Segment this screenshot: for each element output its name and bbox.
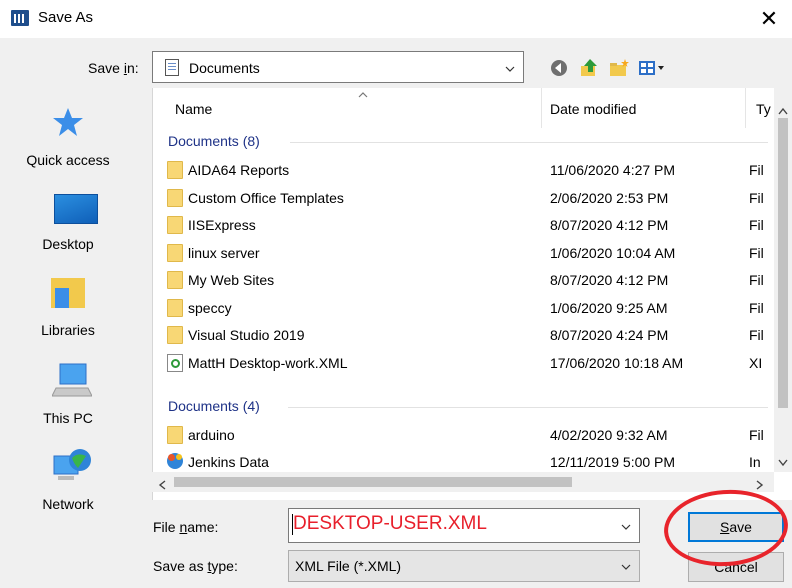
place-network[interactable]: Network bbox=[0, 444, 148, 524]
file-name-input[interactable]: DESKTOP-USER.XML bbox=[288, 508, 640, 543]
window-title: Save As bbox=[38, 9, 94, 26]
chevron-down-icon bbox=[621, 562, 631, 572]
place-label: Desktop bbox=[42, 236, 94, 252]
folder-icon bbox=[167, 271, 183, 289]
column-header-type[interactable]: Ty bbox=[756, 88, 776, 128]
scroll-right-icon[interactable] bbox=[756, 477, 764, 493]
back-icon[interactable] bbox=[547, 57, 571, 79]
place-label: Network bbox=[42, 496, 94, 512]
file-type-dropdown[interactable]: XML File (*.XML) bbox=[288, 550, 640, 582]
file-type-value: XML File (*.XML) bbox=[295, 558, 402, 574]
vertical-scroll-thumb[interactable] bbox=[778, 118, 788, 408]
network-icon bbox=[53, 449, 91, 480]
up-folder-icon[interactable] bbox=[577, 57, 601, 79]
folder-icon bbox=[167, 244, 183, 262]
list-item[interactable]: AIDA64 Reports 11/06/2020 4:27 PM Fil bbox=[163, 157, 775, 184]
folder-icon bbox=[167, 299, 183, 317]
file-list[interactable]: Name Date modified Ty Documents (8) AIDA… bbox=[152, 88, 792, 500]
desktop-icon bbox=[54, 194, 98, 224]
close-button[interactable]: ✕ bbox=[746, 0, 792, 38]
list-item[interactable]: speccy 1/06/2020 9:25 AM Fil bbox=[163, 295, 775, 322]
list-item[interactable]: MattH Desktop-work.XML 17/06/2020 10:18 … bbox=[163, 350, 775, 377]
view-menu-icon[interactable] bbox=[637, 57, 667, 79]
column-separator[interactable] bbox=[745, 88, 746, 128]
save-in-label: Save in: bbox=[88, 60, 139, 76]
group-header[interactable]: Documents (8) bbox=[168, 133, 260, 149]
cancel-button[interactable]: Cancel bbox=[688, 552, 784, 582]
place-this-pc[interactable]: This PC bbox=[0, 358, 148, 438]
title-bar: Save As ✕ bbox=[0, 0, 792, 38]
list-item[interactable]: My Web Sites 8/07/2020 4:12 PM Fil bbox=[163, 267, 775, 294]
horizontal-scroll-thumb[interactable] bbox=[174, 477, 572, 487]
place-quick-access[interactable]: Quick access bbox=[0, 102, 148, 182]
chevron-down-icon bbox=[505, 64, 515, 74]
app-icon bbox=[11, 10, 29, 26]
file-name-value: DESKTOP-USER.XML bbox=[293, 513, 487, 534]
libraries-icon bbox=[51, 278, 85, 308]
sort-ascending-icon bbox=[358, 86, 368, 102]
list-item[interactable]: linux server 1/06/2020 10:04 AM Fil bbox=[163, 240, 775, 267]
list-item[interactable]: Custom Office Templates 2/06/2020 2:53 P… bbox=[163, 185, 775, 212]
list-item[interactable]: IISExpress 8/07/2020 4:12 PM Fil bbox=[163, 212, 775, 239]
column-header-name[interactable]: Name bbox=[175, 88, 545, 128]
group-divider bbox=[288, 407, 768, 408]
vertical-scrollbar[interactable] bbox=[774, 88, 792, 472]
place-desktop[interactable]: Desktop bbox=[0, 188, 148, 268]
horizontal-scrollbar[interactable] bbox=[152, 472, 774, 492]
new-folder-icon[interactable] bbox=[607, 57, 631, 79]
scroll-up-icon[interactable] bbox=[778, 102, 788, 118]
place-libraries[interactable]: Libraries bbox=[0, 274, 148, 354]
star-icon bbox=[53, 108, 83, 136]
chevron-down-icon[interactable] bbox=[621, 522, 631, 532]
scroll-left-icon[interactable] bbox=[158, 477, 166, 493]
list-item[interactable]: Visual Studio 2019 8/07/2020 4:24 PM Fil bbox=[163, 322, 775, 349]
place-label: This PC bbox=[43, 410, 93, 426]
documents-folder-icon bbox=[165, 59, 179, 76]
file-type-label: Save as type: bbox=[153, 558, 238, 574]
list-item[interactable]: arduino 4/02/2020 9:32 AM Fil bbox=[163, 422, 775, 449]
column-header-date[interactable]: Date modified bbox=[550, 88, 745, 128]
group-divider bbox=[290, 142, 768, 143]
place-label: Quick access bbox=[26, 152, 110, 168]
column-separator[interactable] bbox=[541, 88, 542, 128]
folder-icon bbox=[167, 161, 183, 179]
scroll-down-icon[interactable] bbox=[778, 454, 788, 470]
save-button[interactable]: Save bbox=[688, 512, 784, 542]
save-in-value: Documents bbox=[189, 60, 260, 76]
folder-icon bbox=[167, 326, 183, 344]
navigation-toolbar bbox=[547, 57, 667, 79]
group-header[interactable]: Documents (4) bbox=[168, 398, 260, 414]
folder-icon bbox=[167, 216, 183, 234]
computer-icon bbox=[52, 363, 92, 397]
folder-icon bbox=[167, 189, 183, 207]
place-label: Libraries bbox=[41, 322, 95, 338]
shortcut-icon bbox=[167, 453, 183, 469]
file-name-label: File name: bbox=[153, 519, 219, 535]
xml-file-icon bbox=[167, 354, 183, 372]
places-bar: Quick access Desktop Libraries This PC N… bbox=[0, 88, 148, 528]
folder-icon bbox=[167, 426, 183, 444]
save-in-dropdown[interactable]: Documents bbox=[152, 51, 524, 83]
